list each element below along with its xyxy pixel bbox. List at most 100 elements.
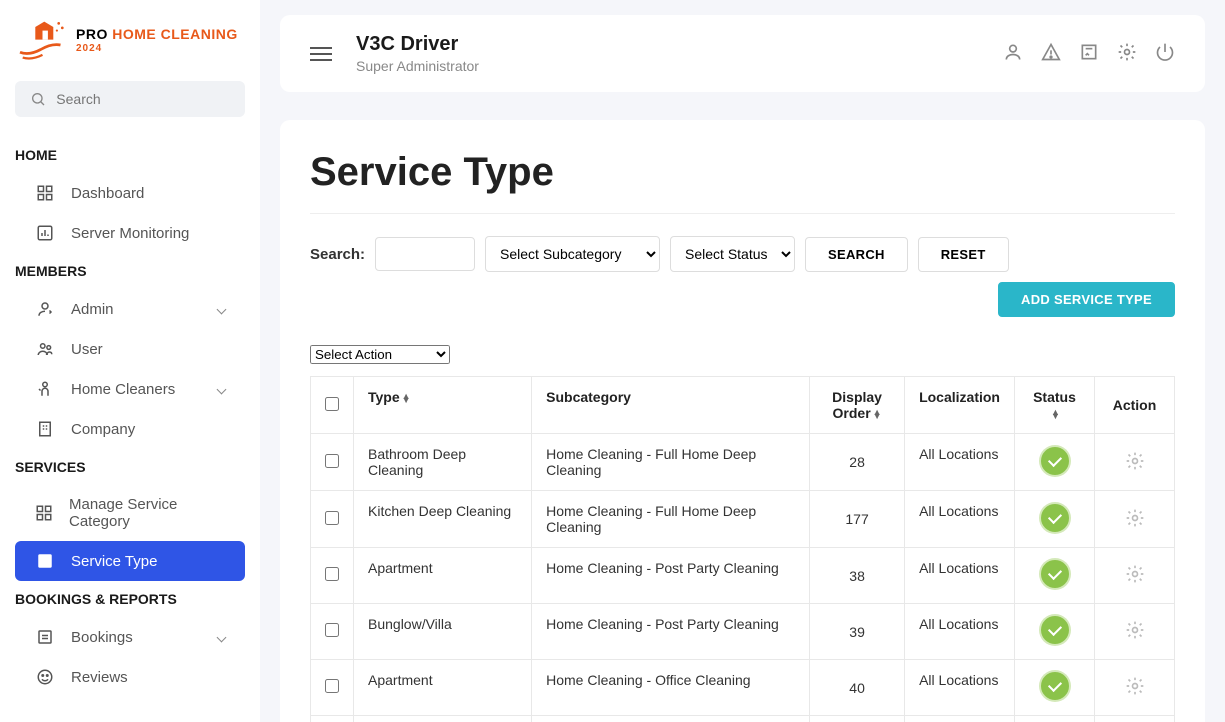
sidebar-item-service-type[interactable]: Service Type — [15, 541, 245, 581]
reviews-icon — [35, 668, 55, 686]
bookings-icon — [35, 628, 55, 646]
table-row: ApartmentHome Cleaning - Office Cleaning… — [311, 660, 1175, 716]
row-action-gear-icon[interactable] — [1125, 458, 1145, 474]
logo-text-pro: PRO — [76, 26, 112, 42]
cell-localization: All Locations — [905, 434, 1015, 491]
row-action-gear-icon[interactable] — [1125, 627, 1145, 643]
admin-icon — [35, 300, 55, 318]
select-all-checkbox[interactable] — [325, 397, 339, 411]
row-checkbox[interactable] — [325, 679, 339, 693]
nav-section-services: SERVICES — [0, 449, 260, 485]
reset-button[interactable]: RESET — [918, 237, 1009, 272]
cell-subcategory: Home Cleaning - Office Cleaning — [532, 660, 810, 716]
sort-icon: ▲▼ — [1051, 410, 1060, 418]
logo: PRO HOME CLEANING 2024 — [0, 18, 260, 81]
sidebar-item-admin[interactable]: Admin — [15, 289, 245, 329]
search-icon — [29, 91, 46, 107]
gear-icon[interactable] — [1117, 42, 1137, 65]
sidebar-item-bookings[interactable]: Bookings — [15, 617, 245, 657]
status-active-icon[interactable] — [1041, 504, 1069, 532]
row-checkbox[interactable] — [325, 623, 339, 637]
service-type-table: Type▲▼ Subcategory Display Order▲▼ Local… — [310, 376, 1175, 722]
sidebar-item-label: Home Cleaners — [71, 381, 175, 398]
col-localization: Localization — [905, 377, 1015, 434]
sort-icon: ▲▼ — [402, 394, 411, 402]
col-display-order[interactable]: Display Order▲▼ — [810, 377, 905, 434]
topbar-title-block: V3C Driver Super Administrator — [356, 33, 479, 74]
note-icon[interactable] — [1079, 42, 1099, 65]
sidebar-item-label: Server Monitoring — [71, 225, 189, 242]
chart-icon — [35, 224, 55, 242]
row-checkbox[interactable] — [325, 567, 339, 581]
cell-order: 28 — [810, 434, 905, 491]
cell-type: Villa/Bunglow — [354, 716, 532, 722]
cleaner-icon — [35, 380, 55, 398]
page-title: Service Type — [310, 150, 1175, 214]
sidebar-item-company[interactable]: Company — [15, 409, 245, 449]
list-icon — [35, 552, 55, 570]
warning-icon[interactable] — [1041, 42, 1061, 65]
dashboard-icon — [35, 184, 55, 202]
sidebar-item-home-cleaners[interactable]: Home Cleaners — [15, 369, 245, 409]
search-button[interactable]: SEARCH — [805, 237, 908, 272]
search-input[interactable] — [56, 91, 231, 107]
status-active-icon[interactable] — [1041, 616, 1069, 644]
topbar-subtitle: Super Administrator — [356, 58, 479, 74]
cell-order: 39 — [810, 604, 905, 660]
col-type[interactable]: Type▲▼ — [354, 377, 532, 434]
row-action-gear-icon[interactable] — [1125, 515, 1145, 531]
col-status[interactable]: Status▲▼ — [1015, 377, 1095, 434]
logo-icon — [15, 18, 70, 63]
search-label: Search: — [310, 246, 365, 263]
bulk-action-select[interactable]: Select Action — [310, 345, 450, 364]
status-select[interactable]: Select Status — [670, 236, 795, 272]
topbar: V3C Driver Super Administrator — [280, 15, 1205, 92]
sidebar-search[interactable] — [15, 81, 245, 117]
cell-subcategory: Home Cleaning - Post Party Cleaning — [532, 604, 810, 660]
sidebar-item-manage-service-category[interactable]: Manage Service Category — [15, 485, 245, 541]
table-row: Bunglow/VillaHome Cleaning - Post Party … — [311, 604, 1175, 660]
cell-order: 40 — [810, 660, 905, 716]
menu-toggle-icon[interactable] — [310, 47, 332, 61]
users-icon — [35, 340, 55, 358]
row-checkbox[interactable] — [325, 454, 339, 468]
status-active-icon[interactable] — [1041, 672, 1069, 700]
cell-localization: All Locations — [905, 660, 1015, 716]
cell-type: Kitchen Deep Cleaning — [354, 491, 532, 548]
sidebar-item-label: User — [71, 341, 103, 358]
nav-section-members: MEMBERS — [0, 253, 260, 289]
status-active-icon[interactable] — [1041, 560, 1069, 588]
sidebar-item-label: Bookings — [71, 629, 133, 646]
cell-localization: All Locations — [905, 491, 1015, 548]
power-icon[interactable] — [1155, 42, 1175, 65]
sort-icon: ▲▼ — [873, 410, 882, 418]
add-service-type-button[interactable]: ADD SERVICE TYPE — [998, 282, 1175, 317]
sidebar-item-label: Manage Service Category — [69, 496, 225, 530]
status-active-icon[interactable] — [1041, 447, 1069, 475]
sidebar-item-label: Dashboard — [71, 185, 144, 202]
subcategory-select[interactable]: Select Subcategory — [485, 236, 660, 272]
sidebar-item-dashboard[interactable]: Dashboard — [15, 173, 245, 213]
sidebar-item-user[interactable]: User — [15, 329, 245, 369]
cell-order: 41 — [810, 716, 905, 722]
sidebar-item-label: Service Type — [71, 553, 157, 570]
cell-subcategory: Home Cleaning - Full Home Deep Cleaning — [532, 434, 810, 491]
table-row: Villa/BunglowHome Cleaning - Office Clea… — [311, 716, 1175, 722]
logo-year: 2024 — [76, 43, 238, 54]
sidebar-item-reviews[interactable]: Reviews — [15, 657, 245, 697]
table-row: Bathroom Deep CleaningHome Cleaning - Fu… — [311, 434, 1175, 491]
search-text-input[interactable] — [375, 237, 475, 271]
sidebar-item-label: Reviews — [71, 669, 128, 686]
cell-subcategory: Home Cleaning - Office Cleaning — [532, 716, 810, 722]
cell-order: 38 — [810, 548, 905, 604]
col-subcategory: Subcategory — [532, 377, 810, 434]
row-action-gear-icon[interactable] — [1125, 571, 1145, 587]
row-action-gear-icon[interactable] — [1125, 683, 1145, 699]
building-icon — [35, 420, 55, 438]
row-checkbox[interactable] — [325, 511, 339, 525]
cell-type: Apartment — [354, 660, 532, 716]
user-icon[interactable] — [1003, 42, 1023, 65]
topbar-title: V3C Driver — [356, 33, 479, 56]
sidebar-item-server-monitoring[interactable]: Server Monitoring — [15, 213, 245, 253]
filter-bar: Search: Select Subcategory Select Status… — [310, 236, 1175, 317]
